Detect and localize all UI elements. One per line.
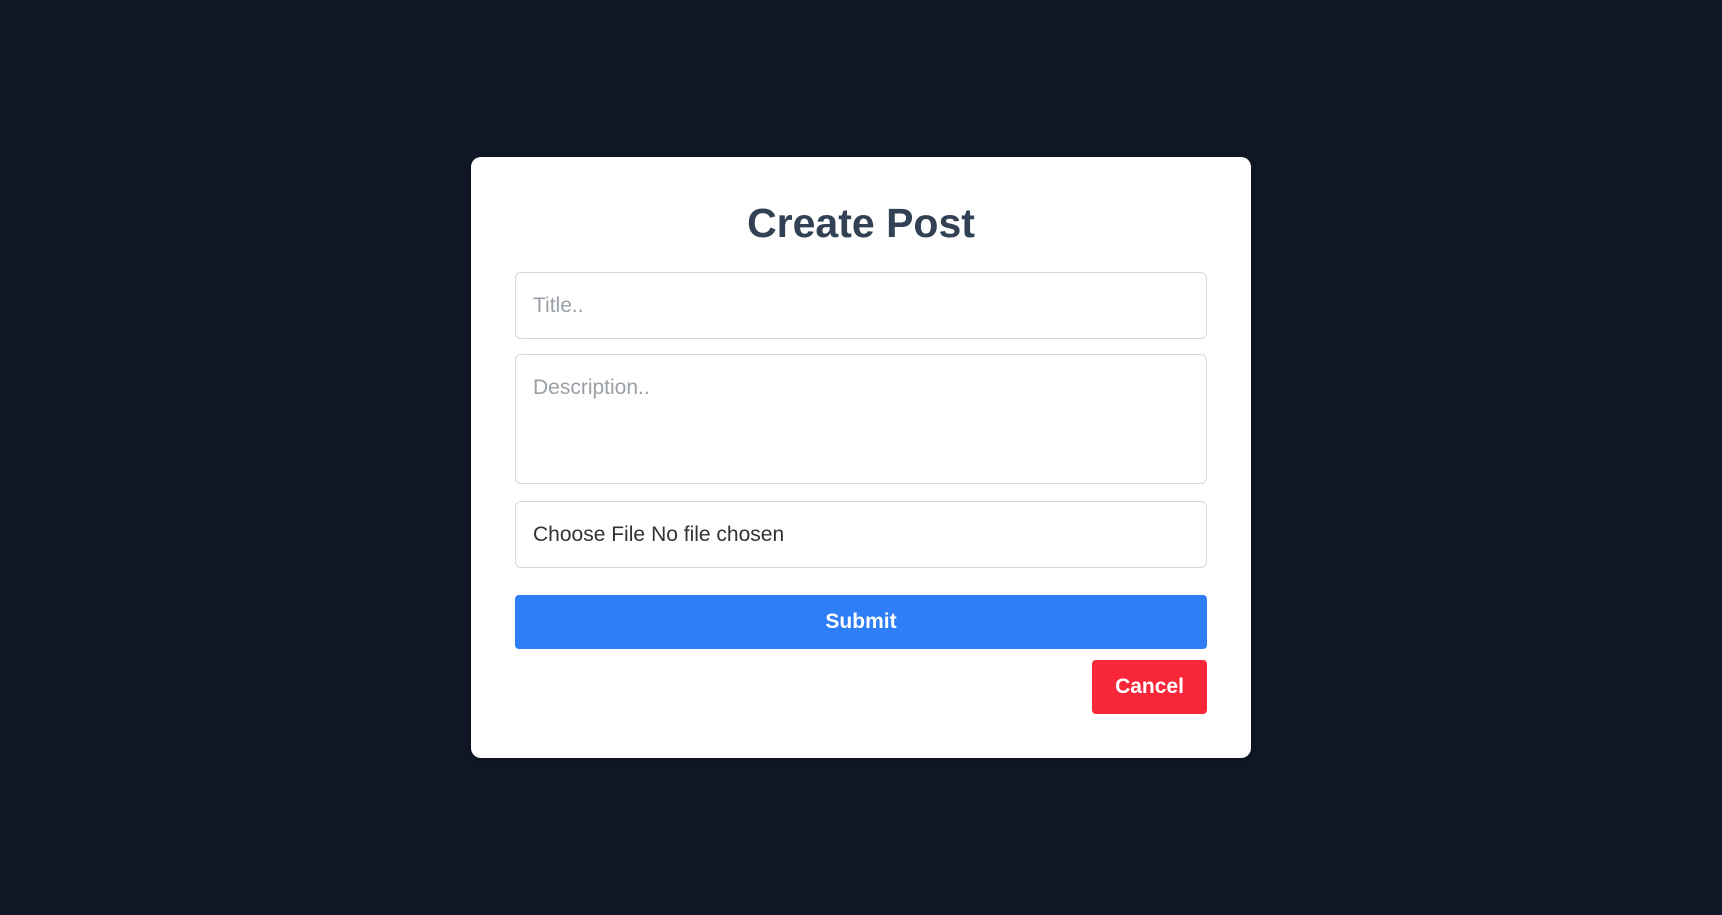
file-status-text: No file chosen: [651, 522, 785, 546]
cancel-button[interactable]: Cancel: [1092, 660, 1207, 714]
page-title: Create Post: [747, 200, 975, 246]
title-input[interactable]: [515, 272, 1207, 339]
description-input[interactable]: [515, 354, 1207, 484]
file-input[interactable]: Choose File No file chosen: [515, 501, 1207, 568]
create-post-card: Create Post Choose File No file chosen S…: [471, 157, 1251, 758]
submit-button[interactable]: Submit: [515, 595, 1207, 649]
choose-file-button[interactable]: Choose File: [533, 523, 645, 547]
